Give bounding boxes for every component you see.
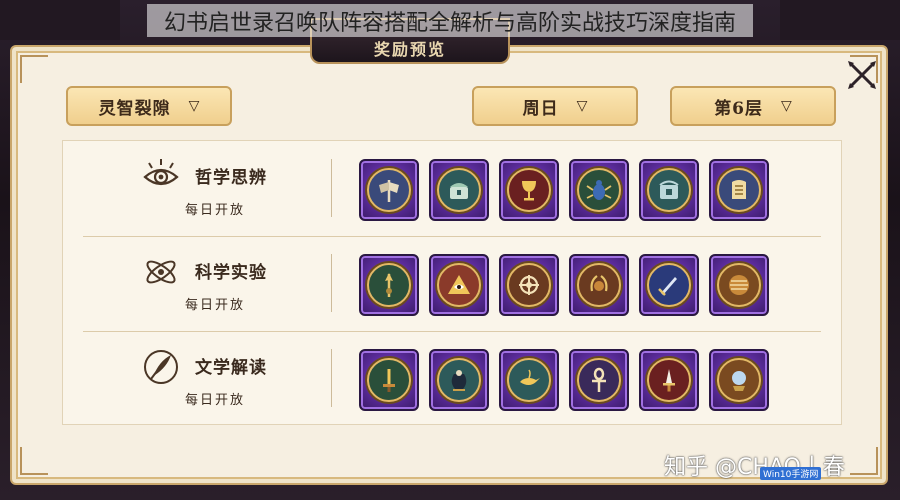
category-header: 科学实验 每日开放 xyxy=(83,246,313,321)
overlay-caption: 幻书启世录召唤队阵容搭配全解析与高阶实战技巧深度指南 xyxy=(147,4,753,37)
cage-icon xyxy=(659,180,679,199)
dagger-icon xyxy=(658,277,677,296)
chevron-down-icon: ▽ xyxy=(576,98,588,114)
shield-icon xyxy=(729,275,749,295)
panel-corner-ornament xyxy=(20,55,48,83)
atom-icon xyxy=(141,252,181,292)
day-dropdown-label: 周日 xyxy=(522,98,559,119)
reward-item-list xyxy=(359,159,769,221)
crystal-ball-icon xyxy=(732,371,746,391)
panel-corner-ornament xyxy=(20,447,48,475)
reward-item[interactable] xyxy=(709,159,769,221)
scarab-icon xyxy=(586,180,612,200)
spear-icon xyxy=(385,273,393,297)
reward-item[interactable] xyxy=(499,349,559,411)
reward-item-list xyxy=(359,349,769,411)
day-dropdown[interactable]: 周日 ▽ xyxy=(472,86,638,126)
reward-item[interactable] xyxy=(499,254,559,316)
floor-dropdown[interactable]: 第6层 ▽ xyxy=(670,86,836,126)
reward-item[interactable] xyxy=(639,349,699,411)
column-divider xyxy=(331,254,332,312)
reward-item[interactable] xyxy=(709,254,769,316)
chest-icon xyxy=(450,183,468,199)
frame-ornament-left xyxy=(0,0,120,40)
goblet-icon xyxy=(522,181,536,201)
reward-item[interactable] xyxy=(569,159,629,221)
reward-item[interactable] xyxy=(359,254,419,316)
tablet-icon xyxy=(732,180,746,199)
window-title: 奖励预览 xyxy=(373,40,446,59)
category-schedule: 每日开放 xyxy=(185,203,246,218)
category-header: 文学解读 每日开放 xyxy=(83,341,313,416)
lamp-icon xyxy=(520,369,540,385)
realm-dropdown[interactable]: 灵智裂隙 ▽ xyxy=(66,86,232,126)
reward-item[interactable] xyxy=(569,349,629,411)
reward-item[interactable] xyxy=(499,159,559,221)
reward-item[interactable] xyxy=(359,349,419,411)
eye-icon xyxy=(141,157,181,197)
reward-item[interactable] xyxy=(429,349,489,411)
reward-item[interactable] xyxy=(639,254,699,316)
urn-icon xyxy=(451,370,467,391)
reward-table: 哲学思辨 每日开放 科学实验 每日开放 文学解读 每日开放 xyxy=(62,140,842,425)
chevron-down-icon: ▽ xyxy=(188,98,200,114)
category-name: 哲学思辨 xyxy=(195,168,267,188)
category-schedule: 每日开放 xyxy=(185,393,246,408)
quill-icon xyxy=(141,347,181,387)
reward-item[interactable] xyxy=(429,254,489,316)
close-icon xyxy=(848,61,876,89)
category-row-literature: 文学解读 每日开放 xyxy=(63,331,843,426)
column-divider xyxy=(331,349,332,407)
laurel-icon xyxy=(590,275,608,292)
overlay-caption-text: 幻书启世录召唤队阵容搭配全解析与高阶实战技巧深度指南 xyxy=(163,10,736,36)
frame-ornament-right xyxy=(780,0,900,40)
category-header: 哲学思辨 每日开放 xyxy=(83,151,313,226)
sword-icon xyxy=(383,369,395,392)
chevron-down-icon: ▽ xyxy=(781,98,792,114)
category-row-philosophy: 哲学思辨 每日开放 xyxy=(63,141,843,236)
watermark-site: Win10手游网 xyxy=(760,467,822,480)
reward-item[interactable] xyxy=(639,159,699,221)
blade-icon xyxy=(663,369,675,392)
reward-item[interactable] xyxy=(359,159,419,221)
pyramid-eye-icon xyxy=(448,275,470,294)
reward-item-list xyxy=(359,254,769,316)
reward-item[interactable] xyxy=(569,254,629,316)
ankh-icon xyxy=(592,367,606,392)
category-name: 文学解读 xyxy=(195,358,267,378)
watermark: 知乎 @CHAO丨春 Win10手游网 xyxy=(664,452,845,480)
realm-dropdown-label: 灵智裂隙 xyxy=(98,98,171,119)
reward-item[interactable] xyxy=(429,159,489,221)
floor-dropdown-label: 第6层 xyxy=(714,98,764,119)
panel-corner-ornament xyxy=(850,447,878,475)
column-divider xyxy=(331,159,332,217)
category-name: 科学实验 xyxy=(195,263,267,283)
close-button[interactable] xyxy=(842,55,882,95)
reward-item[interactable] xyxy=(709,349,769,411)
category-row-science: 科学实验 每日开放 xyxy=(63,236,843,331)
category-schedule: 每日开放 xyxy=(185,298,246,313)
axe-icon xyxy=(379,180,399,202)
ornament-icon xyxy=(519,275,539,295)
